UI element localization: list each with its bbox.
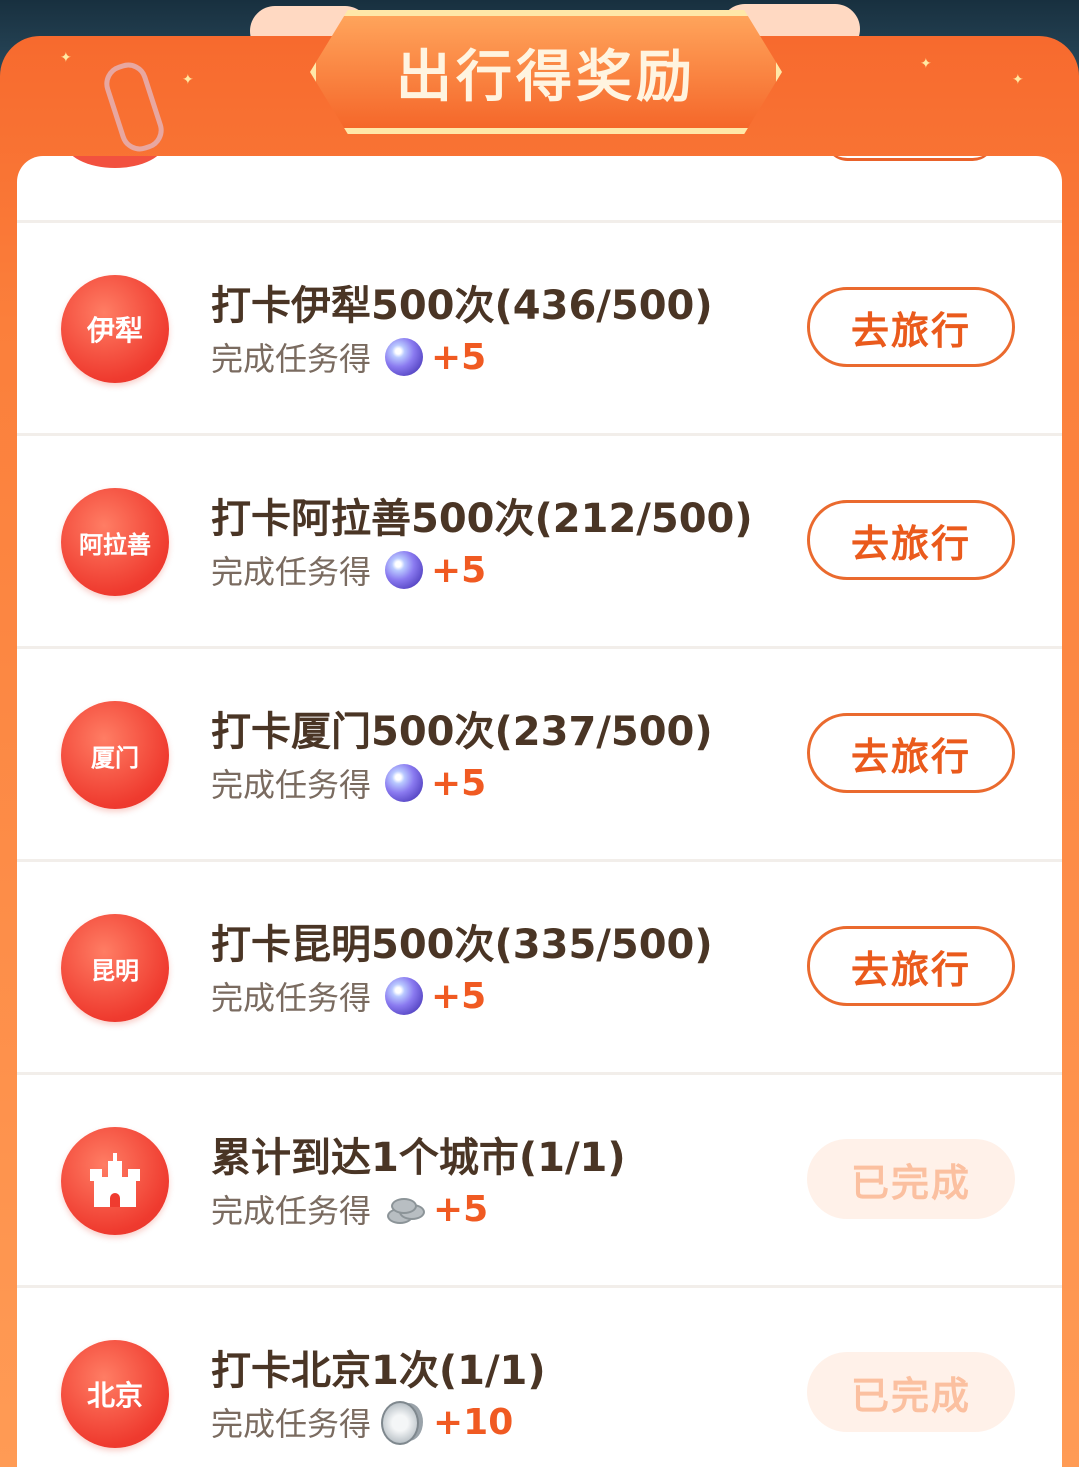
silver-coins-icon (385, 1194, 426, 1224)
task-reward: 完成任务得 +5 (211, 974, 486, 1018)
city-badge-icon (65, 156, 165, 168)
task-title: 打卡阿拉善500次(212/500) (211, 496, 753, 542)
reward-value: +5 (431, 975, 487, 1017)
reward-label: 完成任务得 (211, 1405, 372, 1443)
task-reward: 完成任务得 +10 (211, 1400, 514, 1445)
city-badge-icon: 厦门 (61, 701, 169, 809)
task-reward: 完成任务得 +5 (211, 335, 486, 379)
task-title: 打卡北京1次(1/1) (211, 1348, 546, 1394)
task-row: 伊犁 打卡伊犁500次(436/500) 完成任务得 +5 去旅行 (17, 223, 1062, 436)
reward-value: +5 (431, 336, 487, 378)
task-row: 阿拉善 打卡阿拉善500次(212/500) 完成任务得 +5 去旅行 (17, 436, 1062, 649)
reward-value: +5 (431, 549, 487, 591)
city-badge-icon: 昆明 (61, 914, 169, 1022)
gem-icon (385, 338, 424, 376)
task-reward: 完成任务得 +5 (211, 761, 486, 805)
city-badge-label: 阿拉善 (79, 530, 151, 559)
sparkle-icon: ✦ (920, 56, 932, 72)
go-travel-button[interactable]: 去旅行 (807, 926, 1015, 1006)
sparkle-icon: ✦ (60, 50, 72, 66)
task-title: 打卡厦门500次(237/500) (211, 709, 713, 755)
silver-coin-icon (381, 1401, 425, 1445)
city-badge-label: 北京 (86, 1379, 143, 1412)
list-item-partial (17, 156, 1062, 223)
gem-icon (385, 551, 424, 589)
reward-label: 完成任务得 (211, 766, 372, 804)
paperclip-icon (99, 57, 169, 157)
task-row: 北京 打卡北京1次(1/1) 完成任务得 +10 已完成 (17, 1288, 1062, 1467)
city-badge-icon: 北京 (61, 1340, 169, 1448)
city-badge-icon: 伊犁 (61, 275, 169, 383)
sparkle-icon: ✦ (1012, 72, 1024, 88)
city-badge-icon: 阿拉善 (61, 488, 169, 596)
reward-label: 完成任务得 (211, 1192, 372, 1230)
reward-label: 完成任务得 (211, 340, 372, 378)
page-title: 出行得奖励 (310, 10, 782, 134)
task-title: 打卡昆明500次(335/500) (211, 922, 713, 968)
task-row: 厦门 打卡厦门500次(237/500) 完成任务得 +5 去旅行 (17, 649, 1062, 862)
reward-label: 完成任务得 (211, 979, 372, 1017)
completed-button[interactable]: 已完成 (807, 1139, 1015, 1219)
go-travel-button[interactable] (825, 156, 995, 161)
city-badge-label: 厦门 (91, 743, 139, 772)
task-row: 昆明 打卡昆明500次(335/500) 完成任务得 +5 去旅行 (17, 862, 1062, 1075)
gem-icon (385, 977, 424, 1015)
reward-value: +10 (433, 1401, 514, 1443)
city-badge-label: 昆明 (91, 956, 139, 985)
completed-button[interactable]: 已完成 (807, 1352, 1015, 1432)
reward-value: +5 (433, 1188, 489, 1230)
go-travel-button[interactable]: 去旅行 (807, 713, 1015, 793)
go-travel-button[interactable]: 去旅行 (807, 287, 1015, 367)
task-title: 打卡伊犁500次(436/500) (211, 283, 713, 329)
sparkle-icon: ✦ (182, 72, 194, 88)
task-reward: 完成任务得 +5 (211, 1187, 488, 1231)
task-row: 累计到达1个城市(1/1) 完成任务得 +5 已完成 (17, 1075, 1062, 1288)
reward-value: +5 (431, 762, 487, 804)
task-reward: 完成任务得 +5 (211, 548, 486, 592)
task-list: 伊犁 打卡伊犁500次(436/500) 完成任务得 +5 去旅行 阿拉善 打卡… (17, 156, 1062, 1467)
go-travel-button[interactable]: 去旅行 (807, 500, 1015, 580)
reward-label: 完成任务得 (211, 553, 372, 591)
castle-icon (61, 1127, 169, 1235)
gem-icon (385, 764, 424, 802)
city-badge-label: 伊犁 (86, 314, 143, 347)
task-title: 累计到达1个城市(1/1) (211, 1135, 626, 1181)
